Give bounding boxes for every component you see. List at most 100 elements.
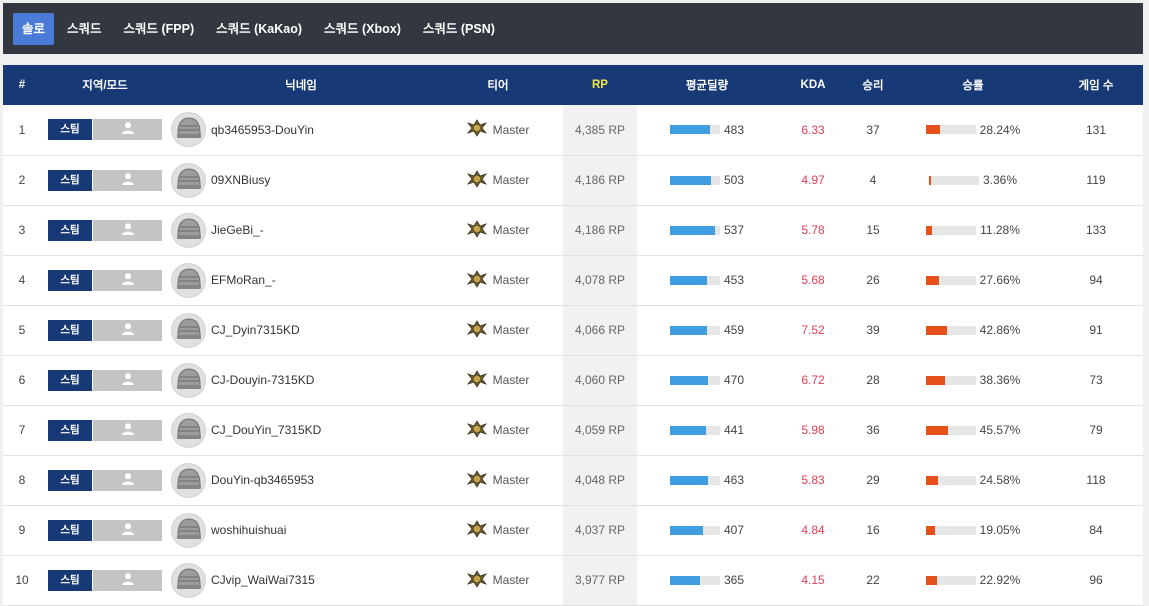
tier-cell: Master <box>433 405 563 455</box>
player-nickname[interactable]: JieGeBi_- <box>211 223 264 237</box>
mode-person-button[interactable] <box>93 469 162 491</box>
player-nickname[interactable]: CJ-Douyin-7315KD <box>211 373 314 387</box>
steam-badge[interactable]: 스팀 <box>48 119 92 141</box>
mode-person-button[interactable] <box>93 119 162 141</box>
rp-cell: 3,977 RP <box>563 555 637 605</box>
table-row[interactable]: 6 스팀 CJ-Douyin-7315KD Master 4,060 RP 470 6.72… <box>3 355 1143 405</box>
region-cell: 스팀 <box>41 505 169 555</box>
player-nickname[interactable]: CJ_DouYin_7315KD <box>211 423 321 437</box>
steam-badge[interactable]: 스팀 <box>48 319 92 341</box>
damage-cell: 537 <box>637 205 777 255</box>
player[interactable]: qb3465953-DouYin <box>169 112 433 148</box>
win-rate-value: 24.58% <box>979 473 1021 487</box>
table-row[interactable]: 1 스팀 qb3465953-DouYin Master 4,385 RP 483 6.33… <box>3 105 1143 155</box>
player[interactable]: CJvip_WaiWai7315 <box>169 562 433 598</box>
region-cell: 스팀 <box>41 205 169 255</box>
steam-badge[interactable]: 스팀 <box>48 569 92 591</box>
tab-0[interactable]: 솔로 <box>13 12 55 45</box>
steam-badge[interactable]: 스팀 <box>48 419 92 441</box>
table-row[interactable]: 4 스팀 EFMoRan_- Master 4,078 RP 453 5.68 26 27.66… <box>3 255 1143 305</box>
win-rate-value: 38.36% <box>979 373 1021 387</box>
player-nickname[interactable]: qb3465953-DouYin <box>211 123 314 137</box>
steam-badge[interactable]: 스팀 <box>48 369 92 391</box>
steam-badge[interactable]: 스팀 <box>48 169 92 191</box>
player-nickname[interactable]: CJvip_WaiWai7315 <box>211 573 315 587</box>
player-nickname[interactable]: woshihuishuai <box>211 523 286 537</box>
header-tier: 티어 <box>487 80 509 92</box>
header-avg-damage[interactable]: 평균딜량 <box>637 65 777 105</box>
win-rate: 38.36% <box>897 373 1049 387</box>
tier: Master <box>433 369 563 391</box>
table-row[interactable]: 7 스팀 CJ_DouYin_7315KD Master 4,059 RP 441 5.98… <box>3 405 1143 455</box>
win-rate-bar-fill <box>925 575 938 585</box>
master-tier-icon <box>466 369 493 391</box>
avatar <box>171 412 206 448</box>
mode-person-button[interactable] <box>93 519 162 541</box>
mode-person-button[interactable] <box>93 269 162 291</box>
master-tier-icon <box>466 519 493 541</box>
wins-cell: 15 <box>866 223 880 237</box>
player-nickname[interactable]: 09XNBiusy <box>211 173 270 187</box>
player[interactable]: CJ_Dyin7315KD <box>169 312 433 348</box>
tier-label: Master <box>492 373 530 387</box>
mode-person-button[interactable] <box>93 369 162 391</box>
header-rp[interactable]: RP <box>563 65 637 105</box>
player[interactable]: EFMoRan_- <box>169 262 433 298</box>
tier: Master <box>433 469 563 491</box>
wins-cell: 36 <box>866 423 880 437</box>
nickname-cell: DouYin-qb3465953 <box>169 455 433 505</box>
tier: Master <box>433 569 563 591</box>
rank-cell: 9 <box>18 523 26 537</box>
wins-cell: 26 <box>866 273 880 287</box>
steam-badge[interactable]: 스팀 <box>48 469 92 491</box>
win-rate-bar <box>925 475 976 485</box>
player[interactable]: 09XNBiusy <box>169 162 433 198</box>
player-nickname[interactable]: CJ_Dyin7315KD <box>211 323 300 337</box>
steam-badge[interactable]: 스팀 <box>48 269 92 291</box>
tab-5[interactable]: 스쿼드 (PSN) <box>414 13 504 45</box>
header-kda[interactable]: KDA <box>777 65 849 105</box>
avg-damage-value: 453 <box>723 273 745 287</box>
avg-damage: 407 <box>637 523 777 537</box>
player[interactable]: DouYin-qb3465953 <box>169 462 433 498</box>
table-row[interactable]: 10 스팀 CJvip_WaiWai7315 Master 3,977 RP 365 4.1… <box>3 555 1143 605</box>
mode-person-button[interactable] <box>93 169 162 191</box>
win-rate-bar-fill <box>925 125 940 135</box>
kda-cell: 6.33 <box>801 122 825 137</box>
table-row[interactable]: 3 스팀 JieGeBi_- Master 4,186 RP 537 5.78 15 11.28… <box>3 205 1143 255</box>
mode-person-button[interactable] <box>93 319 162 341</box>
mode-person-button[interactable] <box>93 219 162 241</box>
tab-4[interactable]: 스쿼드 (Xbox) <box>315 13 410 45</box>
table-row[interactable]: 5 스팀 CJ_Dyin7315KD Master 4,066 RP 459 7.52 39 4… <box>3 305 1143 355</box>
steam-badge[interactable]: 스팀 <box>48 219 92 241</box>
tab-2[interactable]: 스쿼드 (FPP) <box>115 13 204 45</box>
win-rate-bar-fill <box>926 225 932 235</box>
player[interactable]: woshihuishuai <box>169 512 433 548</box>
table-row[interactable]: 8 스팀 DouYin-qb3465953 Master 4,048 RP 463 5.83… <box>3 455 1143 505</box>
tab-3[interactable]: 스쿼드 (KaKao) <box>207 13 311 45</box>
table-row[interactable]: 9 스팀 woshihuishuai Master 4,037 RP 407 4.84 16 1… <box>3 505 1143 555</box>
region-cell: 스팀 <box>41 155 169 205</box>
win-rate-bar-fill <box>925 525 936 535</box>
steam-badge[interactable]: 스팀 <box>48 519 92 541</box>
rank-cell: 6 <box>18 373 26 387</box>
tab-1[interactable]: 스쿼드 <box>58 13 111 45</box>
win-rate-cell: 19.05% <box>897 505 1049 555</box>
win-rate-bar <box>925 525 976 535</box>
header-wins[interactable]: 승리 <box>849 65 897 105</box>
win-rate-bar <box>925 375 976 385</box>
mode-person-button[interactable] <box>93 419 162 441</box>
player-nickname[interactable]: DouYin-qb3465953 <box>211 473 314 487</box>
player-nickname[interactable]: EFMoRan_- <box>211 273 276 287</box>
mode-person-button[interactable] <box>93 569 162 591</box>
helmet-icon <box>175 467 203 494</box>
master-tier-icon <box>466 469 493 491</box>
player[interactable]: CJ-Douyin-7315KD <box>169 362 433 398</box>
player[interactable]: JieGeBi_- <box>169 212 433 248</box>
master-tier-icon <box>466 319 493 341</box>
games-cell: 94 <box>1089 273 1103 287</box>
table-row[interactable]: 2 스팀 09XNBiusy Master 4,186 RP 503 4.97 4 3.36% 1… <box>3 155 1143 205</box>
header-win-rate[interactable]: 승률 <box>897 65 1049 105</box>
player[interactable]: CJ_DouYin_7315KD <box>169 412 433 448</box>
header-games[interactable]: 게임 수 <box>1049 65 1143 105</box>
